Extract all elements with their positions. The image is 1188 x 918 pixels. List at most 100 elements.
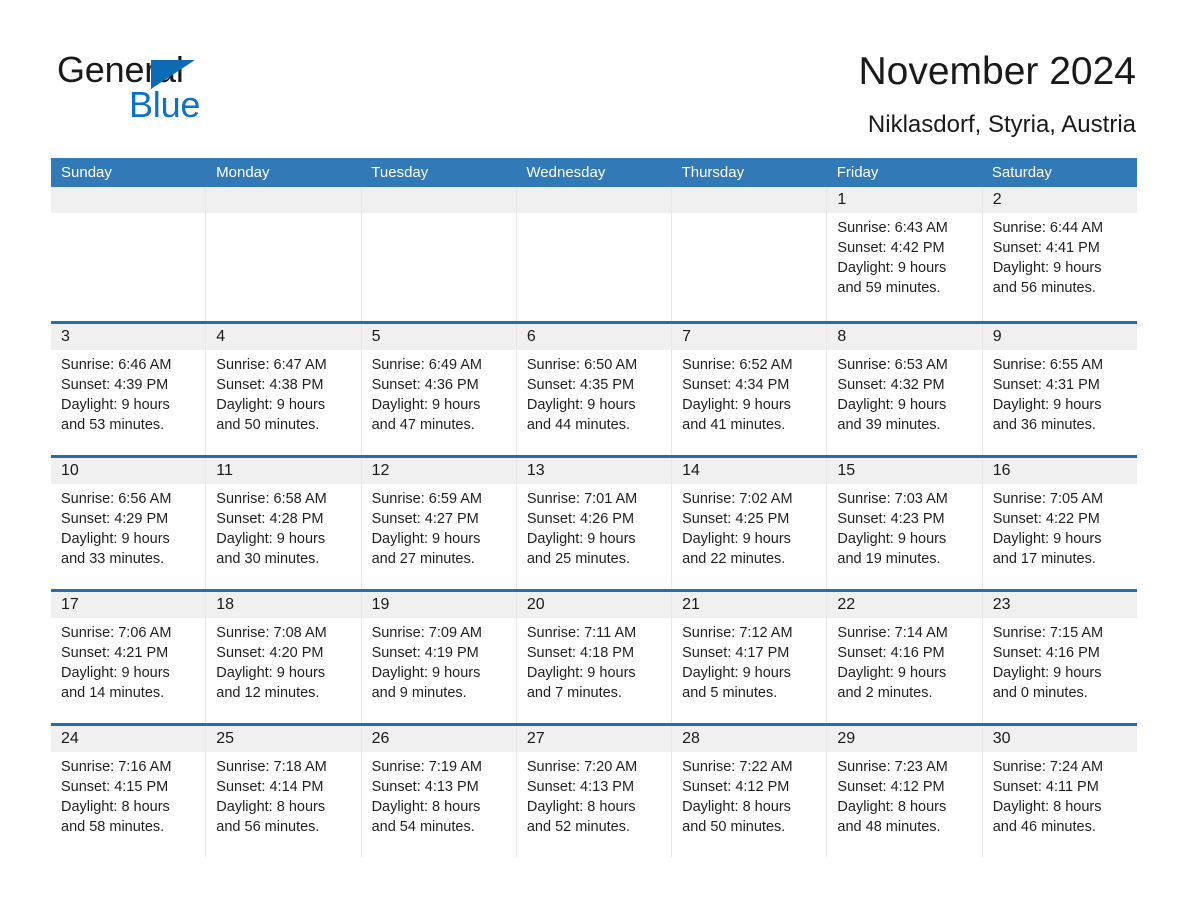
daylight-line-1: Daylight: 9 hours bbox=[526, 397, 636, 413]
daylight-line-2: and 52 minutes. bbox=[526, 819, 631, 835]
calendar-week-row: 10 Sunrise: 6:56 AM Sunset: 4:29 PM Dayligh… bbox=[51, 455, 1137, 589]
day-cell-25[interactable]: 25 Sunrise: 7:18 AM Sunset: 4:14 PM Dayligh… bbox=[205, 726, 361, 857]
day-cell-5[interactable]: 5 Sunrise: 6:49 AM Sunset: 4:36 PM Daylight… bbox=[360, 324, 516, 455]
day-number-band: 8 bbox=[827, 324, 982, 350]
day-number-band: 5 bbox=[361, 324, 516, 350]
day-details: Sunrise: 7:23 AM Sunset: 4:12 PM Daylight:… bbox=[827, 752, 981, 837]
sunset-line: Sunset: 4:22 PM bbox=[992, 511, 1100, 527]
day-cell-24[interactable]: 24 Sunrise: 7:16 AM Sunset: 4:15 PM Dayligh… bbox=[51, 726, 206, 857]
day-cell-17[interactable]: 17 Sunrise: 7:06 AM Sunset: 4:21 PM Dayligh… bbox=[51, 592, 206, 723]
day-cell-12[interactable]: 12 Sunrise: 6:59 AM Sunset: 4:27 PM Dayligh… bbox=[360, 458, 516, 589]
calendar-grid: Sunday Monday Tuesday Wednesday Thursday Frid… bbox=[51, 158, 1137, 857]
sunrise-line: Sunrise: 7:12 AM bbox=[682, 625, 793, 641]
page-subtitle-location: Niklasdorf, Styria, Austria bbox=[867, 111, 1136, 138]
daylight-line-2: and 30 minutes. bbox=[216, 551, 320, 567]
day-number: 5 bbox=[371, 328, 381, 345]
day-details: Sunrise: 6:47 AM Sunset: 4:38 PM Daylight:… bbox=[206, 350, 360, 435]
sunset-line: Sunset: 4:20 PM bbox=[216, 645, 324, 661]
day-cell-10[interactable]: 10 Sunrise: 6:56 AM Sunset: 4:29 PM Dayligh… bbox=[51, 458, 206, 589]
day-cell-18[interactable]: 18 Sunrise: 7:08 AM Sunset: 4:20 PM Dayligh… bbox=[205, 592, 361, 723]
daylight-line-1: Daylight: 9 hours bbox=[682, 531, 791, 547]
day-cell-27[interactable]: 27 Sunrise: 7:20 AM Sunset: 4:13 PM Dayligh… bbox=[515, 726, 672, 857]
day-number: 3 bbox=[61, 328, 70, 345]
sunset-line: Sunset: 4:41 PM bbox=[992, 240, 1100, 256]
day-details: Sunrise: 6:56 AM Sunset: 4:29 PM Daylight:… bbox=[51, 484, 205, 569]
sunrise-line: Sunrise: 7:05 AM bbox=[992, 491, 1104, 507]
sunrise-line: Sunrise: 6:50 AM bbox=[526, 357, 638, 373]
daylight-line-1: Daylight: 8 hours bbox=[216, 799, 326, 815]
day-cell-22[interactable]: 22 Sunrise: 7:14 AM Sunset: 4:16 PM Dayligh… bbox=[826, 592, 982, 723]
day-cell-8[interactable]: 8 Sunrise: 6:53 AM Sunset: 4:32 PM Daylight… bbox=[826, 324, 982, 455]
daylight-line-1: Daylight: 9 hours bbox=[837, 397, 947, 413]
day-details: Sunrise: 7:22 AM Sunset: 4:12 PM Daylight:… bbox=[672, 752, 826, 837]
daylight-line-1: Daylight: 9 hours bbox=[837, 665, 947, 681]
daylight-line-2: and 12 minutes. bbox=[216, 685, 320, 701]
day-number-band: 7 bbox=[672, 324, 827, 350]
day-number: 22 bbox=[837, 596, 856, 613]
day-number-band: 27 bbox=[516, 726, 672, 752]
daylight-line-1: Daylight: 8 hours bbox=[837, 799, 947, 815]
day-cell-29[interactable]: 29 Sunrise: 7:23 AM Sunset: 4:12 PM Dayligh… bbox=[826, 726, 982, 857]
day-cell-15[interactable]: 15 Sunrise: 7:03 AM Sunset: 4:23 PM Dayligh… bbox=[826, 458, 982, 589]
day-cell-20[interactable]: 20 Sunrise: 7:11 AM Sunset: 4:18 PM Dayligh… bbox=[515, 592, 672, 723]
day-cell-7[interactable]: 7 Sunrise: 6:52 AM Sunset: 4:34 PM Daylight… bbox=[671, 324, 827, 455]
daylight-line-1: Daylight: 9 hours bbox=[682, 397, 791, 413]
day-number: 17 bbox=[61, 596, 79, 613]
day-number: 30 bbox=[992, 730, 1011, 747]
day-details: Sunrise: 6:49 AM Sunset: 4:36 PM Daylight:… bbox=[362, 350, 516, 435]
sunrise-line: Sunrise: 7:08 AM bbox=[216, 625, 327, 641]
weekday-header-row: Sunday Monday Tuesday Wednesday Thursday Frid… bbox=[51, 158, 1137, 187]
sunrise-line: Sunrise: 7:03 AM bbox=[837, 491, 948, 507]
day-cell-11[interactable]: 11 Sunrise: 6:58 AM Sunset: 4:28 PM Dayligh… bbox=[205, 458, 361, 589]
day-details: Sunrise: 7:12 AM Sunset: 4:17 PM Daylight:… bbox=[672, 618, 826, 703]
day-number-band: 20 bbox=[516, 592, 672, 618]
sunset-line: Sunset: 4:13 PM bbox=[526, 779, 635, 795]
day-cell-23[interactable]: 23 Sunrise: 7:15 AM Sunset: 4:16 PM Dayligh… bbox=[981, 592, 1137, 723]
daylight-line-2: and 25 minutes. bbox=[526, 551, 631, 567]
day-number-band: 19 bbox=[361, 592, 516, 618]
generalblue-logo[interactable]: General Blue bbox=[57, 50, 357, 130]
day-cell-16[interactable]: 16 Sunrise: 7:05 AM Sunset: 4:22 PM Dayligh… bbox=[981, 458, 1137, 589]
day-cell-1[interactable]: 1 Sunrise: 6:43 AM Sunset: 4:42 PM Daylight… bbox=[826, 187, 982, 321]
day-details: Sunrise: 6:59 AM Sunset: 4:27 PM Daylight:… bbox=[362, 484, 516, 569]
daylight-line-2: and 46 minutes. bbox=[992, 819, 1096, 835]
daylight-line-2: and 44 minutes. bbox=[526, 417, 631, 433]
day-cell-empty bbox=[360, 187, 516, 321]
day-cell-13[interactable]: 13 Sunrise: 7:01 AM Sunset: 4:26 PM Dayligh… bbox=[515, 458, 672, 589]
day-cell-6[interactable]: 6 Sunrise: 6:50 AM Sunset: 4:35 PM Daylight… bbox=[515, 324, 672, 455]
day-number-band: 30 bbox=[982, 726, 1137, 752]
day-cell-30[interactable]: 30 Sunrise: 7:24 AM Sunset: 4:11 PM Dayligh… bbox=[981, 726, 1137, 857]
day-cell-19[interactable]: 19 Sunrise: 7:09 AM Sunset: 4:19 PM Dayligh… bbox=[360, 592, 516, 723]
day-number: 14 bbox=[682, 462, 700, 479]
sunrise-line: Sunrise: 6:46 AM bbox=[61, 357, 172, 373]
day-number: 21 bbox=[682, 596, 700, 613]
sunrise-line: Sunrise: 6:44 AM bbox=[992, 220, 1104, 236]
day-number: 27 bbox=[526, 730, 545, 747]
weekday-header-friday: Friday bbox=[836, 164, 879, 181]
daylight-line-1: Daylight: 9 hours bbox=[526, 665, 636, 681]
day-number-band: 28 bbox=[672, 726, 827, 752]
daylight-line-2: and 19 minutes. bbox=[837, 551, 941, 567]
logo-text-blue: Blue bbox=[129, 84, 201, 125]
day-details: Sunrise: 7:19 AM Sunset: 4:13 PM Daylight:… bbox=[362, 752, 516, 837]
sunset-line: Sunset: 4:28 PM bbox=[216, 511, 324, 527]
daylight-line-1: Daylight: 8 hours bbox=[371, 799, 481, 815]
day-cell-21[interactable]: 21 Sunrise: 7:12 AM Sunset: 4:17 PM Dayligh… bbox=[671, 592, 827, 723]
daylight-line-2: and 47 minutes. bbox=[371, 417, 475, 433]
daylight-line-1: Daylight: 9 hours bbox=[992, 260, 1102, 276]
day-cell-26[interactable]: 26 Sunrise: 7:19 AM Sunset: 4:13 PM Dayligh… bbox=[360, 726, 516, 857]
day-number: 13 bbox=[526, 462, 545, 479]
day-details: Sunrise: 7:06 AM Sunset: 4:21 PM Daylight:… bbox=[51, 618, 205, 703]
daylight-line-2: and 50 minutes. bbox=[682, 819, 786, 835]
sunrise-line: Sunrise: 7:18 AM bbox=[216, 759, 327, 775]
day-cell-2[interactable]: 2 Sunrise: 6:44 AM Sunset: 4:41 PM Daylight… bbox=[981, 187, 1137, 321]
day-cell-28[interactable]: 28 Sunrise: 7:22 AM Sunset: 4:12 PM Dayligh… bbox=[671, 726, 827, 857]
day-cell-14[interactable]: 14 Sunrise: 7:02 AM Sunset: 4:25 PM Dayligh… bbox=[671, 458, 827, 589]
day-details: Sunrise: 6:55 AM Sunset: 4:31 PM Daylight:… bbox=[983, 350, 1137, 435]
sunset-line: Sunset: 4:31 PM bbox=[992, 377, 1100, 393]
daylight-line-1: Daylight: 9 hours bbox=[61, 531, 170, 547]
day-cell-4[interactable]: 4 Sunrise: 6:47 AM Sunset: 4:38 PM Daylight… bbox=[205, 324, 361, 455]
day-details: Sunrise: 6:46 AM Sunset: 4:39 PM Daylight:… bbox=[51, 350, 205, 435]
day-cell-9[interactable]: 9 Sunrise: 6:55 AM Sunset: 4:31 PM Daylight… bbox=[981, 324, 1137, 455]
day-cell-3[interactable]: 3 Sunrise: 6:46 AM Sunset: 4:39 PM Daylight… bbox=[51, 324, 206, 455]
